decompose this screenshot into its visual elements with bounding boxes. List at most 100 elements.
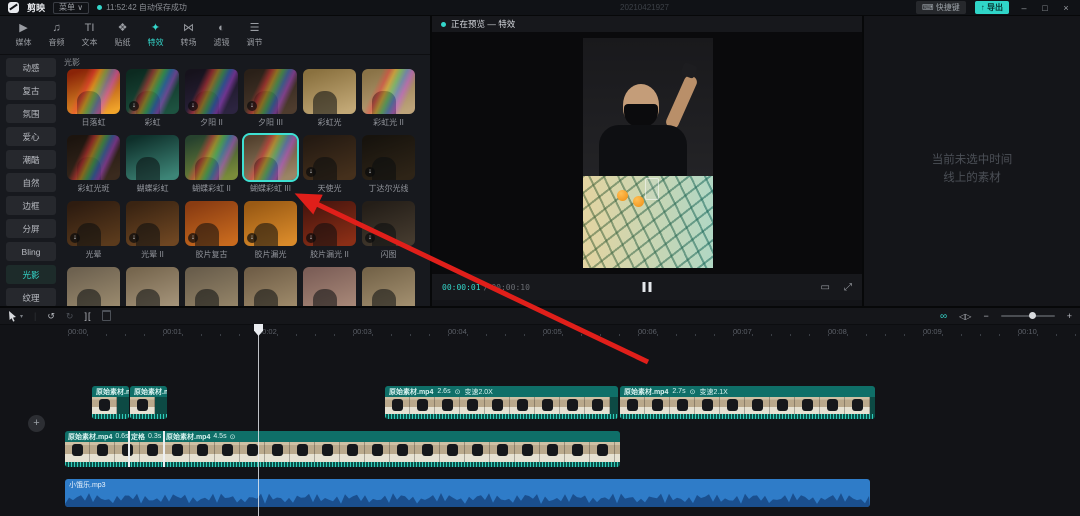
effect-item[interactable]: ↓光晕 xyxy=(64,201,123,267)
effect-item[interactable]: ↓夕阳 II xyxy=(182,69,241,135)
effect-thumbnail[interactable] xyxy=(362,267,415,306)
category-item-9[interactable]: Bling xyxy=(6,242,56,261)
preview-video[interactable] xyxy=(583,38,713,268)
effect-item[interactable] xyxy=(241,267,300,306)
effect-thumbnail[interactable]: ↓ xyxy=(67,201,120,246)
select-tool[interactable]: ▾ xyxy=(8,311,23,322)
effect-item[interactable]: ↓闪图 xyxy=(359,201,418,267)
effect-item[interactable]: ↓彩虹 xyxy=(123,69,182,135)
effect-item[interactable]: ↓胶片复古 xyxy=(182,201,241,267)
effect-item[interactable]: 蝴蝶彩虹 II xyxy=(182,135,241,201)
category-item-1[interactable]: 动感 xyxy=(6,58,56,77)
tab-audio[interactable]: ♫音频 xyxy=(41,16,72,54)
effect-thumbnail[interactable]: ↓ xyxy=(303,135,356,180)
effect-item[interactable]: 彩虹光斑 xyxy=(64,135,123,201)
minimize-button[interactable]: – xyxy=(1018,3,1030,13)
effect-thumbnail[interactable]: ↓ xyxy=(126,69,179,114)
effect-item[interactable]: 彩虹光 xyxy=(300,69,359,135)
effect-thumbnail[interactable]: ↓ xyxy=(126,201,179,246)
link-toggle[interactable]: ∞ xyxy=(940,311,947,322)
pause-button[interactable] xyxy=(643,282,652,292)
effect-item[interactable] xyxy=(300,267,359,306)
effect-thumbnail[interactable]: ↓ xyxy=(362,201,415,246)
category-item-3[interactable]: 氛围 xyxy=(6,104,56,123)
category-item-7[interactable]: 边框 xyxy=(6,196,56,215)
effect-item[interactable]: 蝴蝶彩虹 xyxy=(123,135,182,201)
effect-item[interactable] xyxy=(123,267,182,306)
export-button[interactable]: ↑ 导出 xyxy=(975,1,1009,14)
effect-thumbnail[interactable] xyxy=(67,69,120,114)
zoom-in-button[interactable]: + xyxy=(1067,311,1072,321)
preview-axis-button[interactable]: ◁▷ xyxy=(959,312,971,321)
effect-item[interactable]: ↓光晕 II xyxy=(123,201,182,267)
undo-button[interactable]: ↺ xyxy=(47,311,55,322)
effect-thumbnail[interactable] xyxy=(244,267,297,306)
playhead[interactable] xyxy=(258,324,259,516)
effect-item[interactable]: 彩虹光 II xyxy=(359,69,418,135)
effect-item[interactable]: ↓丁达尔光线 xyxy=(359,135,418,201)
person-silhouette xyxy=(372,289,396,306)
tab-filter[interactable]: ◐滤镜 xyxy=(206,16,237,54)
effect-item[interactable]: ↓天使光 xyxy=(300,135,359,201)
effect-thumbnail[interactable]: ↓ xyxy=(185,201,238,246)
segment-divider[interactable] xyxy=(128,431,130,467)
effect-thumbnail[interactable]: ↓ xyxy=(244,69,297,114)
tab-transition[interactable]: ⋈转场 xyxy=(173,16,204,54)
effect-thumbnail[interactable]: ↓ xyxy=(244,201,297,246)
tab-sticker[interactable]: ❖贴纸 xyxy=(107,16,138,54)
segment-divider[interactable] xyxy=(163,431,165,467)
timeline-ruler[interactable]: 00:0000:0100:0200:0300:0400:0500:0600:07… xyxy=(0,324,1080,338)
category-item-4[interactable]: 爱心 xyxy=(6,127,56,146)
effect-thumbnail[interactable]: ↓ xyxy=(362,135,415,180)
category-item-5[interactable]: 潮酷 xyxy=(6,150,56,169)
tab-adjust[interactable]: ☰调节 xyxy=(239,16,270,54)
category-item-10[interactable]: 光影 xyxy=(6,265,56,284)
category-item-8[interactable]: 分屏 xyxy=(6,219,56,238)
effect-item[interactable] xyxy=(64,267,123,306)
video-clip[interactable]: 原始素材.m xyxy=(130,386,167,419)
video-clip[interactable]: 原始素材.mp42.7s⊙变速2.1X xyxy=(620,386,875,419)
fullscreen-button[interactable]: ⤢ xyxy=(844,282,852,293)
effect-item[interactable]: ↓胶片漏光 xyxy=(241,201,300,267)
zoom-slider[interactable] xyxy=(1001,315,1055,317)
audio-clip[interactable]: 小饿乐.mp3 xyxy=(65,479,870,507)
redo-button[interactable]: ↻ xyxy=(66,311,74,322)
close-button[interactable]: × xyxy=(1060,3,1072,13)
effect-thumbnail[interactable] xyxy=(185,267,238,306)
effect-item[interactable]: ↓夕阳 III xyxy=(241,69,300,135)
category-item-11[interactable]: 纹理 xyxy=(6,288,56,306)
tab-media[interactable]: ▶媒体 xyxy=(8,16,39,54)
effect-thumbnail[interactable] xyxy=(67,267,120,306)
tab-effects[interactable]: ✦特效 xyxy=(140,16,171,54)
effect-thumbnail[interactable] xyxy=(303,267,356,306)
menu-button[interactable]: 菜单 ∨ xyxy=(53,2,89,14)
effect-item[interactable] xyxy=(359,267,418,306)
delete-button[interactable] xyxy=(102,310,111,323)
effect-thumbnail[interactable] xyxy=(126,267,179,306)
effect-item[interactable]: ↓胶片漏光 II xyxy=(300,201,359,267)
video-clip[interactable]: 原始素材.mp42.6s⊙变速2.0X xyxy=(385,386,618,419)
zoom-slider-knob[interactable] xyxy=(1029,312,1036,319)
effect-thumbnail[interactable] xyxy=(244,135,297,180)
zoom-out-button[interactable]: − xyxy=(983,311,988,321)
video-clip[interactable]: 原始素材.mp40.6s定格0.3s原始素材.mp44.5s⊙ xyxy=(65,431,620,467)
effect-thumbnail[interactable] xyxy=(126,135,179,180)
effect-item[interactable] xyxy=(182,267,241,306)
shortcuts-button[interactable]: ⌨ 快捷键 xyxy=(916,1,966,14)
effect-thumbnail[interactable]: ↓ xyxy=(303,201,356,246)
category-item-6[interactable]: 自然 xyxy=(6,173,56,192)
tab-text[interactable]: TI文本 xyxy=(74,16,105,54)
category-item-2[interactable]: 复古 xyxy=(6,81,56,100)
maximize-button[interactable]: □ xyxy=(1039,3,1051,13)
effect-item[interactable]: 日落虹 xyxy=(64,69,123,135)
ratio-button[interactable]: ▭ xyxy=(821,282,830,293)
effect-thumbnail[interactable] xyxy=(185,135,238,180)
effect-thumbnail[interactable] xyxy=(362,69,415,114)
add-track-button[interactable]: + xyxy=(28,415,45,432)
split-button[interactable]: ][ xyxy=(84,311,91,321)
effect-item[interactable]: 蝴蝶彩虹 III xyxy=(241,135,300,201)
effect-thumbnail[interactable]: ↓ xyxy=(185,69,238,114)
effect-thumbnail[interactable] xyxy=(67,135,120,180)
video-clip[interactable]: 原始素材.m xyxy=(92,386,129,419)
effect-thumbnail[interactable] xyxy=(303,69,356,114)
